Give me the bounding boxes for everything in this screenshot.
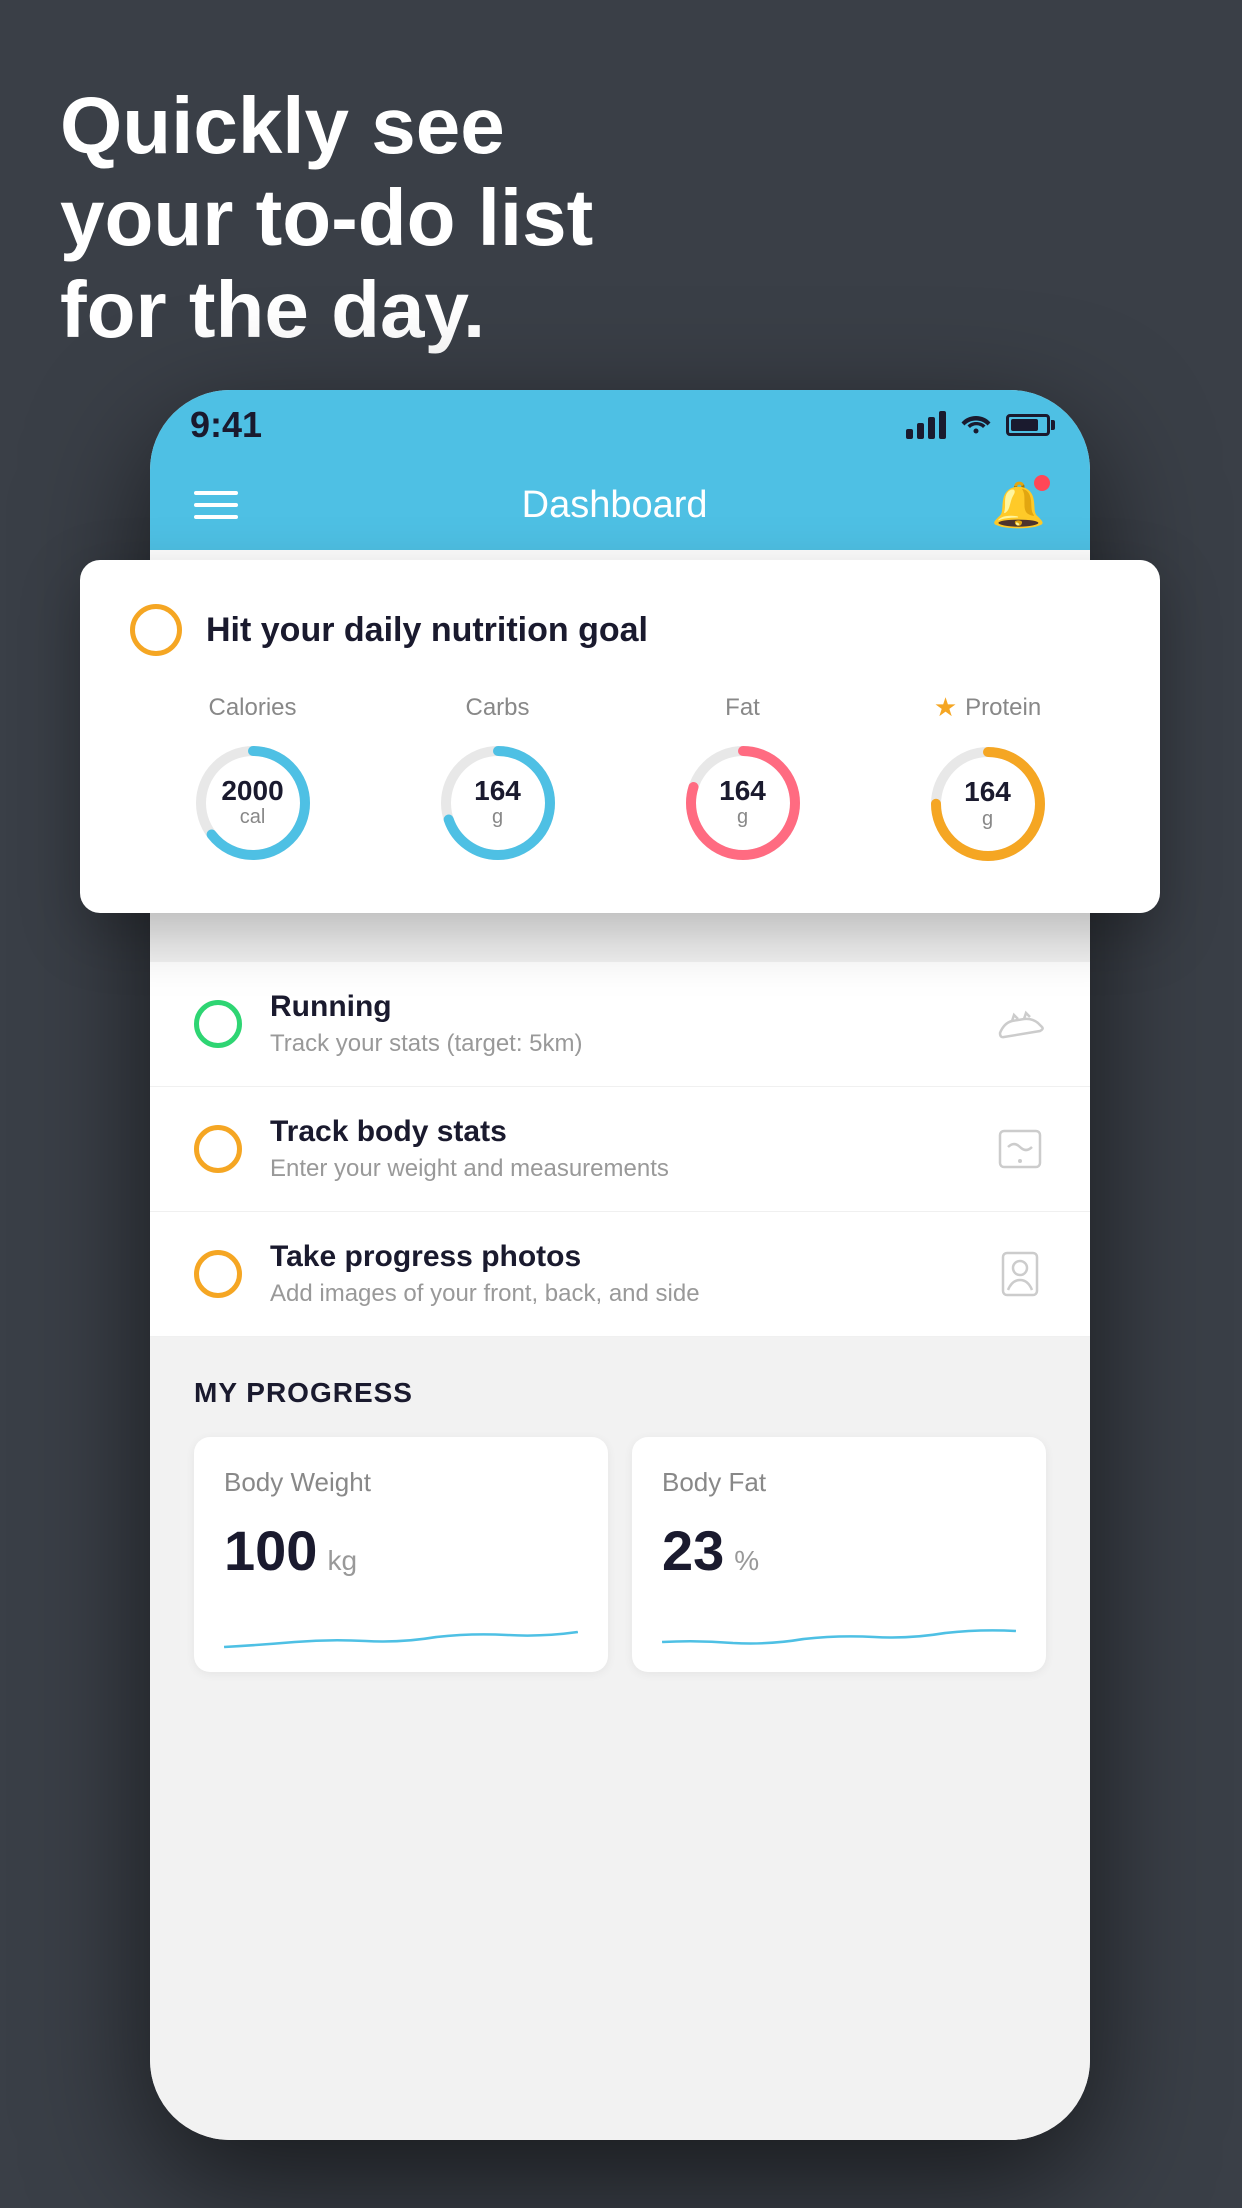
todo-text-running: Running Track your stats (target: 5km) [270, 990, 966, 1058]
progress-value-weight: 100 [224, 1518, 317, 1583]
donut-center-protein: 164 g [964, 777, 1011, 831]
nutrition-card: Hit your daily nutrition goal Calories 2… [80, 560, 1160, 913]
status-icons [906, 409, 1050, 441]
todo-item-photos[interactable]: Take progress photos Add images of your … [150, 1212, 1090, 1337]
stat-label-calories: Calories [208, 694, 296, 722]
nutrition-goal-row: Hit your daily nutrition goal [130, 604, 1110, 656]
progress-unit-weight: kg [327, 1545, 357, 1577]
todo-subtitle-photos: Add images of your front, back, and side [270, 1280, 966, 1308]
stat-item-protein: ★ Protein 164 g [923, 692, 1053, 869]
portrait-icon [994, 1248, 1046, 1300]
todo-text-photos: Take progress photos Add images of your … [270, 1240, 966, 1308]
progress-unit-fat: % [734, 1545, 759, 1577]
sparkline-fat [662, 1607, 1016, 1667]
progress-value-row-weight: 100 kg [224, 1518, 578, 1583]
progress-header: MY PROGRESS [194, 1377, 1046, 1409]
todo-title-body-stats: Track body stats [270, 1115, 966, 1149]
progress-card-weight[interactable]: Body Weight 100 kg [194, 1437, 608, 1672]
progress-section: MY PROGRESS Body Weight 100 kg Body Fat [150, 1337, 1090, 1702]
todo-title-photos: Take progress photos [270, 1240, 966, 1274]
headline-line3: for the day. [60, 264, 593, 356]
wifi-icon [960, 409, 992, 441]
shoe-icon [994, 998, 1046, 1050]
todo-item-running[interactable]: Running Track your stats (target: 5km) [150, 962, 1090, 1087]
stat-label-fat: Fat [725, 694, 760, 722]
todo-circle-body-stats [194, 1125, 242, 1173]
todo-subtitle-running: Track your stats (target: 5km) [270, 1030, 966, 1058]
star-icon: ★ [934, 692, 957, 723]
donut-protein: 164 g [923, 739, 1053, 869]
donut-calories: 2000 cal [188, 738, 318, 868]
progress-card-fat[interactable]: Body Fat 23 % [632, 1437, 1046, 1672]
nav-bar: Dashboard 🔔 [150, 460, 1090, 550]
donut-center-calories: 2000 cal [221, 776, 283, 830]
todo-subtitle-body-stats: Enter your weight and measurements [270, 1155, 966, 1183]
donut-carbs: 164 g [433, 738, 563, 868]
signal-bars-icon [906, 411, 946, 439]
progress-card-title-weight: Body Weight [224, 1467, 578, 1498]
headline-line2: your to-do list [60, 172, 593, 264]
progress-value-fat: 23 [662, 1518, 724, 1583]
scale-icon [994, 1123, 1046, 1175]
stat-item-fat: Fat 164 g [678, 694, 808, 868]
donut-center-carbs: 164 g [474, 776, 521, 830]
sparkline-weight [224, 1607, 578, 1667]
nutrition-circle-check [130, 604, 182, 656]
status-time: 9:41 [190, 404, 262, 446]
progress-value-row-fat: 23 % [662, 1518, 1016, 1583]
donut-fat: 164 g [678, 738, 808, 868]
bell-icon[interactable]: 🔔 [991, 479, 1046, 531]
notification-dot [1034, 475, 1050, 491]
nav-title: Dashboard [522, 484, 708, 527]
todo-item-body-stats[interactable]: Track body stats Enter your weight and m… [150, 1087, 1090, 1212]
stat-label-protein: ★ Protein [934, 692, 1041, 723]
todo-circle-photos [194, 1250, 242, 1298]
status-bar: 9:41 [150, 390, 1090, 460]
nutrition-goal-title: Hit your daily nutrition goal [206, 611, 648, 650]
todo-title-running: Running [270, 990, 966, 1024]
headline: Quickly see your to-do list for the day. [60, 80, 593, 356]
stat-item-carbs: Carbs 164 g [433, 694, 563, 868]
battery-icon [1006, 414, 1050, 436]
hamburger-menu[interactable] [194, 491, 238, 519]
donut-center-fat: 164 g [719, 776, 766, 830]
progress-cards: Body Weight 100 kg Body Fat 23 % [194, 1437, 1046, 1672]
todo-list: Running Track your stats (target: 5km) T… [150, 962, 1090, 1337]
nutrition-stats: Calories 2000 cal Carbs [130, 692, 1110, 869]
stat-item-calories: Calories 2000 cal [188, 694, 318, 868]
todo-circle-running [194, 1000, 242, 1048]
headline-line1: Quickly see [60, 80, 593, 172]
progress-card-title-fat: Body Fat [662, 1467, 1016, 1498]
todo-text-body-stats: Track body stats Enter your weight and m… [270, 1115, 966, 1183]
stat-label-carbs: Carbs [465, 694, 529, 722]
